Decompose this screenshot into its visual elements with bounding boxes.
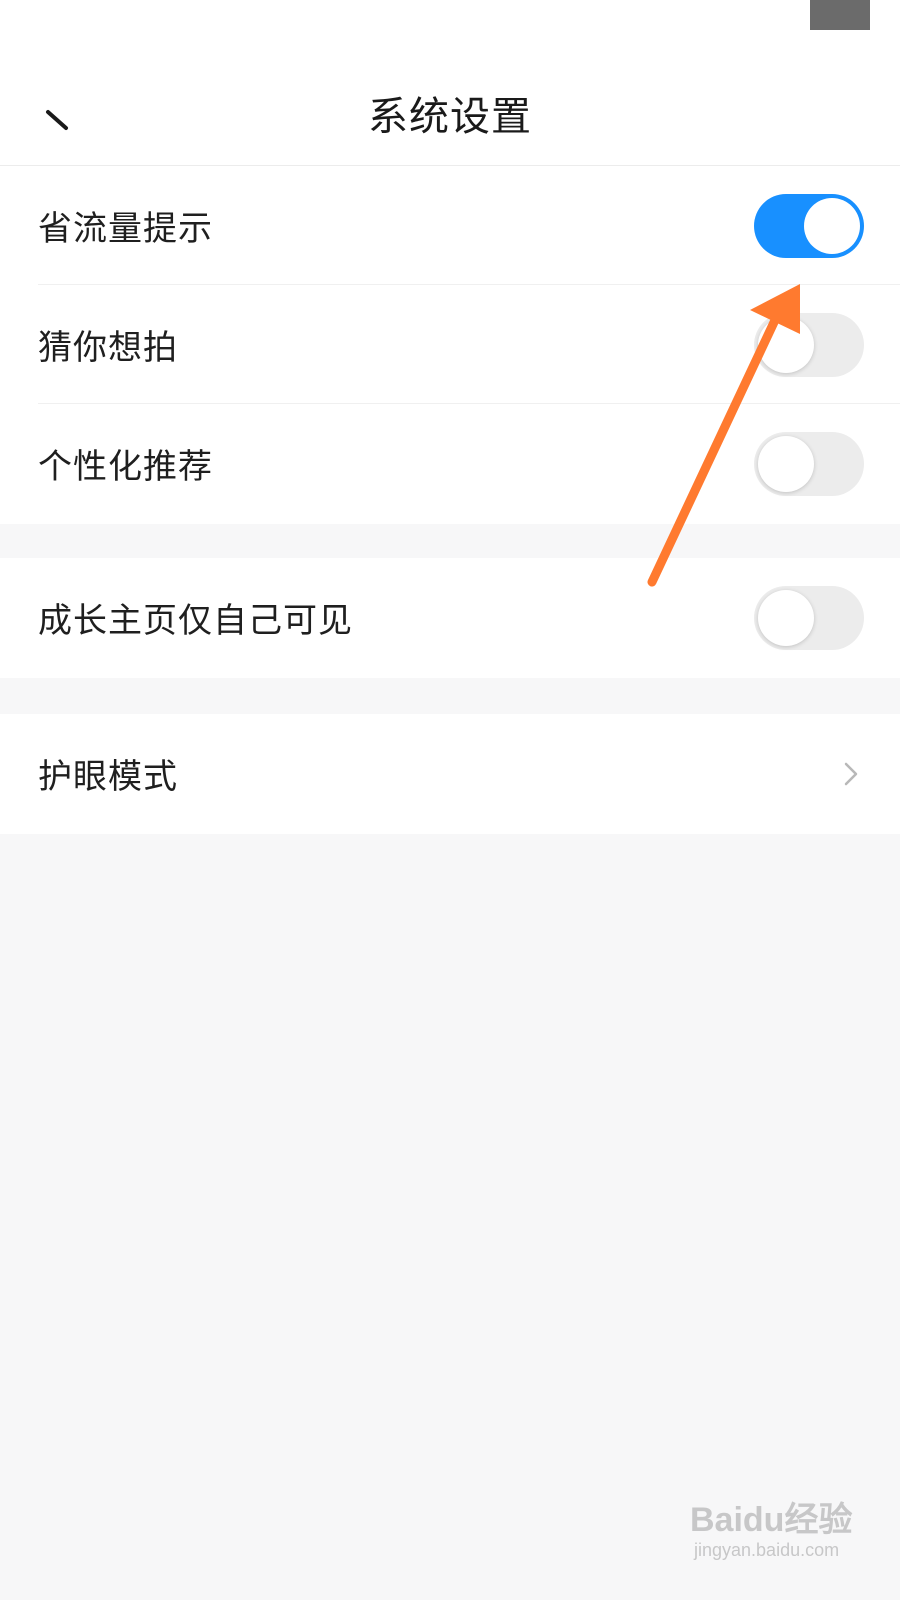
setting-label: 个性化推荐	[38, 447, 213, 487]
toggle-knob	[758, 316, 814, 373]
settings-group-2: 成长主页仅自己可见	[0, 558, 900, 678]
setting-row-growth-page-private[interactable]: 成长主页仅自己可见	[0, 558, 900, 677]
setting-row-eye-protection[interactable]: 护眼模式	[0, 714, 900, 833]
data-saver-toggle[interactable]	[754, 193, 864, 258]
toggle-knob	[804, 197, 860, 254]
watermark: Baidu经验 jingyan.baidu.com	[690, 1500, 890, 1580]
nav-header: 系统设置	[0, 50, 900, 166]
setting-row-data-saver[interactable]: 省流量提示	[0, 166, 900, 285]
setting-row-personalized-recommendation[interactable]: 个性化推荐	[0, 404, 900, 523]
guess-shoot-toggle[interactable]	[754, 312, 864, 377]
watermark-url: jingyan.baidu.com	[694, 1540, 840, 1560]
personalized-recommendation-toggle[interactable]	[754, 431, 864, 496]
toggle-knob	[758, 589, 814, 646]
setting-row-guess-shoot[interactable]: 猜你想拍	[0, 285, 900, 404]
status-bar	[0, 0, 900, 50]
chevron-right-icon	[844, 762, 858, 785]
page-title: 系统设置	[368, 94, 532, 140]
setting-label: 成长主页仅自己可见	[38, 601, 353, 641]
setting-label: 猜你想拍	[38, 328, 178, 368]
settings-group-1: 省流量提示 猜你想拍 个性化推荐	[0, 166, 900, 524]
setting-label: 省流量提示	[38, 209, 213, 249]
setting-label: 护眼模式	[38, 757, 178, 797]
status-indicator	[810, 0, 870, 30]
settings-group-3: 护眼模式	[0, 714, 900, 834]
watermark-logo: Baidu经验	[690, 1501, 853, 1539]
growth-page-private-toggle[interactable]	[754, 585, 864, 650]
toggle-knob	[758, 435, 814, 492]
